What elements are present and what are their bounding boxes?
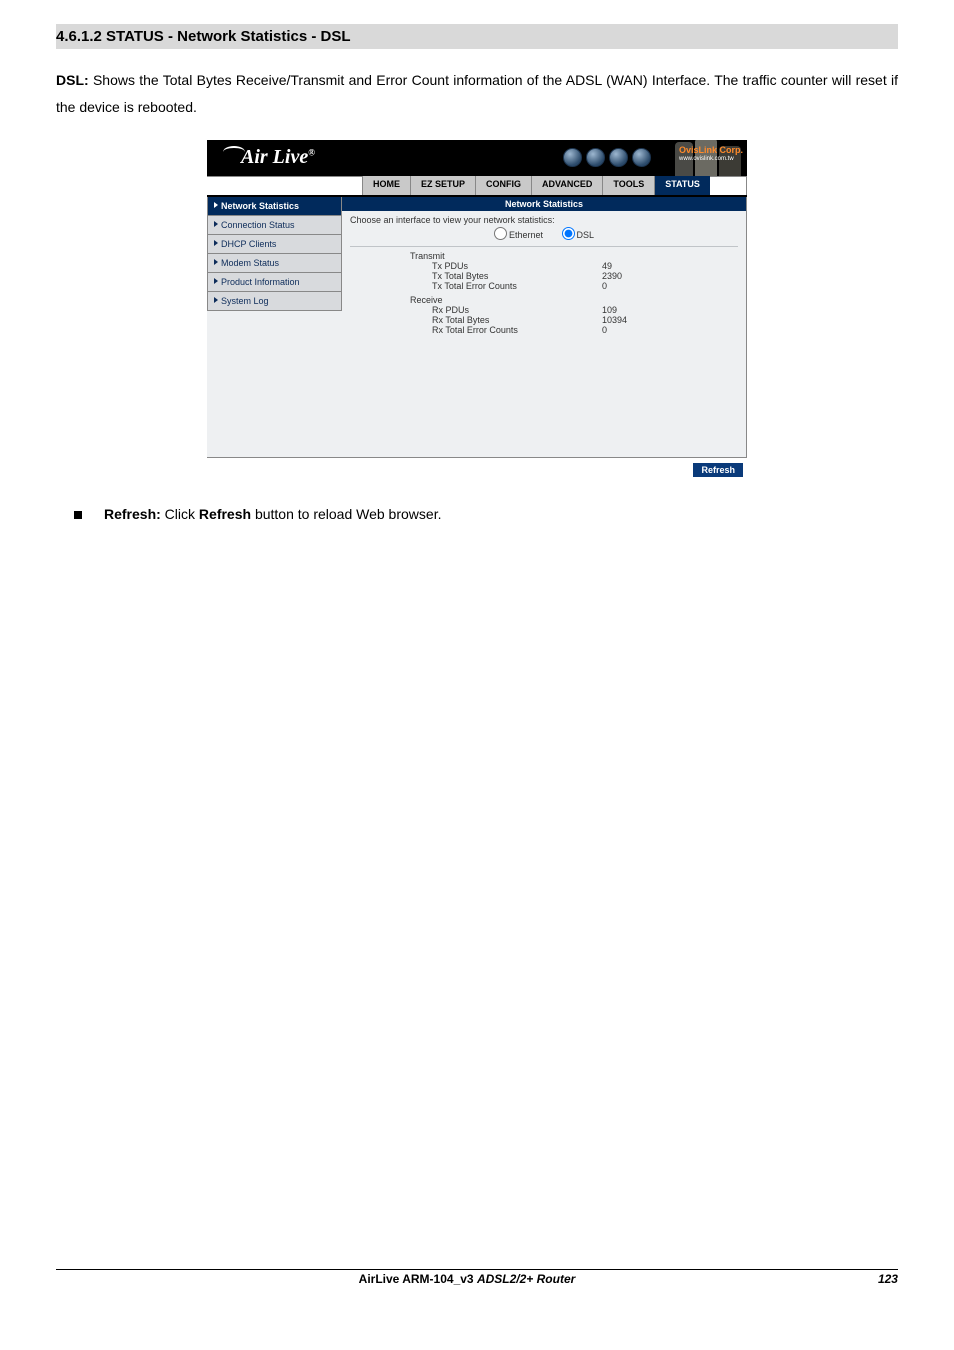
- globe-icon[interactable]: [632, 148, 651, 167]
- globe-icon[interactable]: [563, 148, 582, 167]
- footer-title: AirLive ARM-104_v3 ADSL2/2+ Router: [359, 1272, 576, 1286]
- tab-home[interactable]: HOME: [363, 176, 411, 195]
- globe-icon[interactable]: [609, 148, 628, 167]
- rx-pdus-row: Rx PDUs109: [350, 305, 738, 315]
- ovislink-label: OvisLink Corp. www.ovislink.com.tw: [679, 146, 743, 162]
- refresh-bullet: Refresh: Click Refresh button to reload …: [56, 506, 898, 522]
- tx-bytes-row: Tx Total Bytes2390: [350, 271, 738, 281]
- bullet-refresh-label: Refresh:: [104, 506, 161, 522]
- tab-config[interactable]: CONFIG: [476, 176, 532, 195]
- sidebar-item-connection-status[interactable]: Connection Status: [207, 216, 342, 235]
- sidebar-item-system-log[interactable]: System Log: [207, 292, 342, 311]
- router-header: Air Live® OvisLink Corp. www.ovislink.co…: [207, 140, 747, 176]
- transmit-label: Transmit: [350, 247, 738, 261]
- router-screenshot: Air Live® OvisLink Corp. www.ovislink.co…: [207, 140, 747, 480]
- airlive-logo: Air Live®: [223, 146, 315, 169]
- panel-title: Network Statistics: [342, 197, 746, 211]
- sidebar: Network Statistics Connection Status DHC…: [207, 197, 342, 457]
- section-heading: 4.6.1.2 STATUS - Network Statistics - DS…: [56, 24, 898, 49]
- tab-spacer: [207, 176, 363, 195]
- bullet-refresh-word: Refresh: [199, 506, 251, 522]
- square-bullet-icon: [74, 511, 82, 519]
- sidebar-item-modem-status[interactable]: Modem Status: [207, 254, 342, 273]
- top-tabs: HOME EZ SETUP CONFIG ADVANCED TOOLS STAT…: [207, 176, 747, 195]
- tab-blank: [710, 176, 747, 195]
- sidebar-item-product-information[interactable]: Product Information: [207, 273, 342, 292]
- receive-label: Receive: [350, 291, 738, 305]
- tx-errors-row: Tx Total Error Counts0: [350, 281, 738, 291]
- tab-advanced[interactable]: ADVANCED: [532, 176, 603, 195]
- refresh-button[interactable]: Refresh: [693, 463, 743, 477]
- radio-dsl[interactable]: DSL: [562, 230, 595, 240]
- footer-page-number: 123: [878, 1272, 898, 1286]
- dsl-text: Shows the Total Bytes Receive/Transmit a…: [56, 72, 898, 115]
- dsl-label: DSL:: [56, 72, 89, 88]
- radio-ethernet[interactable]: Ethernet: [494, 230, 543, 240]
- tab-status[interactable]: STATUS: [655, 176, 710, 195]
- header-icons: [563, 148, 651, 167]
- sidebar-item-network-statistics[interactable]: Network Statistics: [207, 197, 342, 216]
- bullet-text-1: Click: [161, 506, 199, 522]
- sidebar-item-dhcp-clients[interactable]: DHCP Clients: [207, 235, 342, 254]
- tab-ezsetup[interactable]: EZ SETUP: [411, 176, 476, 195]
- panel-footer: Refresh: [207, 457, 747, 480]
- dsl-description: DSL: Shows the Total Bytes Receive/Trans…: [56, 67, 898, 120]
- bullet-text-2: button to reload Web browser.: [251, 506, 441, 522]
- page-footer: AirLive ARM-104_v3 ADSL2/2+ Router 123: [56, 1269, 898, 1286]
- interface-radios: Ethernet DSL: [350, 225, 738, 247]
- tx-pdus-row: Tx PDUs49: [350, 261, 738, 271]
- rx-bytes-row: Rx Total Bytes10394: [350, 315, 738, 325]
- rx-errors-row: Rx Total Error Counts0: [350, 325, 738, 335]
- tab-tools[interactable]: TOOLS: [603, 176, 655, 195]
- globe-icon[interactable]: [586, 148, 605, 167]
- main-panel: Network Statistics Choose an interface t…: [342, 197, 747, 457]
- choose-text: Choose an interface to view your network…: [350, 215, 738, 225]
